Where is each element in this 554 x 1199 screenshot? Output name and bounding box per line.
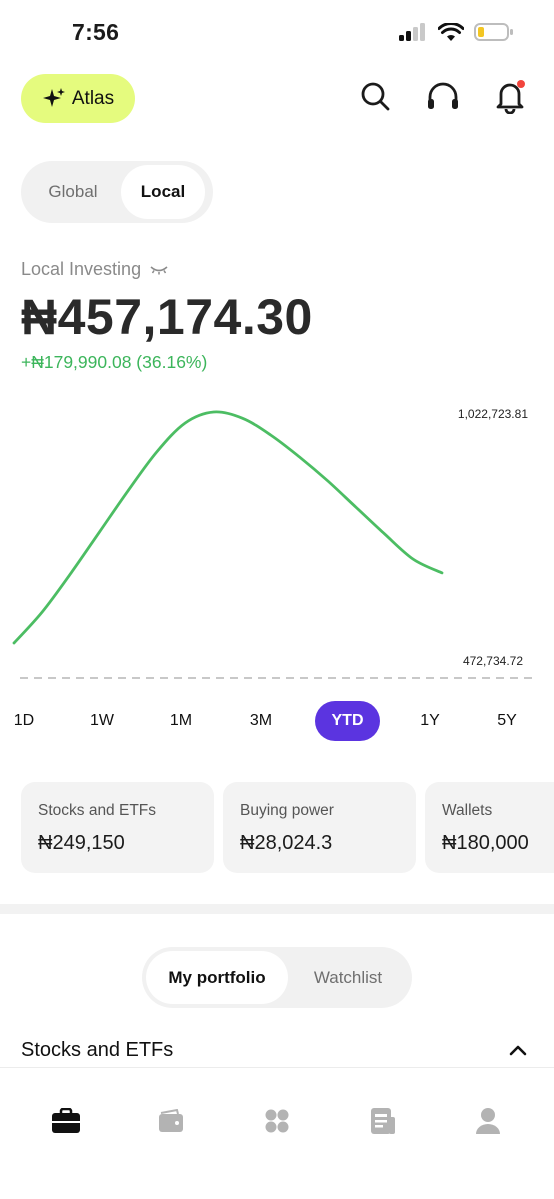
time-range-selector: 1D 1W 1M 3M YTD 1Y 5Y	[0, 701, 554, 741]
range-1w[interactable]: 1W	[82, 701, 122, 741]
toggle-local[interactable]: Local	[121, 165, 205, 219]
tab-my-portfolio[interactable]: My portfolio	[146, 951, 288, 1004]
bell-icon[interactable]	[492, 78, 528, 114]
chart-min-label: 472,734.72	[462, 654, 523, 668]
status-bar: 7:56	[0, 0, 554, 66]
bottom-tab-bar	[0, 1067, 554, 1199]
toggle-global[interactable]: Global	[25, 165, 121, 219]
balance-label-text: Local Investing	[21, 259, 142, 279]
wifi-icon	[438, 22, 464, 41]
headset-icon[interactable]	[425, 78, 461, 114]
notification-dot	[517, 80, 525, 88]
balance-value: ₦457,174.30	[21, 289, 313, 345]
market-toggle: Global Local	[21, 161, 213, 223]
range-1d[interactable]: 1D	[4, 701, 44, 741]
search-icon[interactable]	[357, 78, 393, 114]
tab-watchlist[interactable]: Watchlist	[288, 951, 408, 1004]
news-icon[interactable]	[366, 1104, 400, 1138]
card-stocks-etfs[interactable]: Stocks and ETFs ₦249,150	[21, 782, 214, 873]
briefcase-icon[interactable]	[49, 1104, 83, 1138]
balance-label: Local Investing	[21, 259, 169, 280]
range-3m[interactable]: 3M	[241, 701, 281, 741]
status-time: 7:56	[72, 19, 120, 45]
atlas-button[interactable]: Atlas	[21, 74, 135, 123]
range-1m[interactable]: 1M	[161, 701, 201, 741]
section-divider	[0, 904, 554, 914]
card-value: ₦249,150	[38, 832, 125, 854]
wallet-icon[interactable]	[154, 1104, 188, 1138]
balance-change: +₦179,990.08 (36.16%)	[21, 352, 208, 372]
portfolio-chart[interactable]	[0, 395, 554, 685]
card-value: ₦28,024.3	[240, 832, 333, 854]
status-icons	[398, 22, 514, 42]
card-value: ₦180,000	[442, 832, 529, 854]
sparkle-icon	[42, 87, 65, 107]
card-buying-power[interactable]: Buying power ₦28,024.3	[223, 782, 416, 873]
chart-series-line	[12, 410, 444, 645]
battery-icon	[474, 23, 513, 41]
apps-icon[interactable]	[260, 1104, 294, 1138]
chevron-up-icon[interactable]	[508, 1040, 528, 1060]
range-1y[interactable]: 1Y	[410, 701, 450, 741]
signal-icon	[399, 23, 425, 41]
profile-icon[interactable]	[471, 1104, 505, 1138]
section-title: Stocks and ETFs	[21, 1039, 174, 1061]
range-5y[interactable]: 5Y	[487, 701, 527, 741]
chart-max-label: 1,022,723.81	[457, 407, 528, 421]
card-label: Buying power	[240, 802, 334, 819]
card-wallets[interactable]: Wallets ₦180,000	[425, 782, 554, 873]
portfolio-toggle: My portfolio Watchlist	[142, 947, 412, 1008]
atlas-label: Atlas	[71, 87, 115, 109]
card-label: Stocks and ETFs	[38, 802, 157, 819]
card-label: Wallets	[442, 802, 493, 819]
eye-closed-icon[interactable]	[149, 264, 169, 276]
range-ytd[interactable]: YTD	[315, 701, 380, 741]
